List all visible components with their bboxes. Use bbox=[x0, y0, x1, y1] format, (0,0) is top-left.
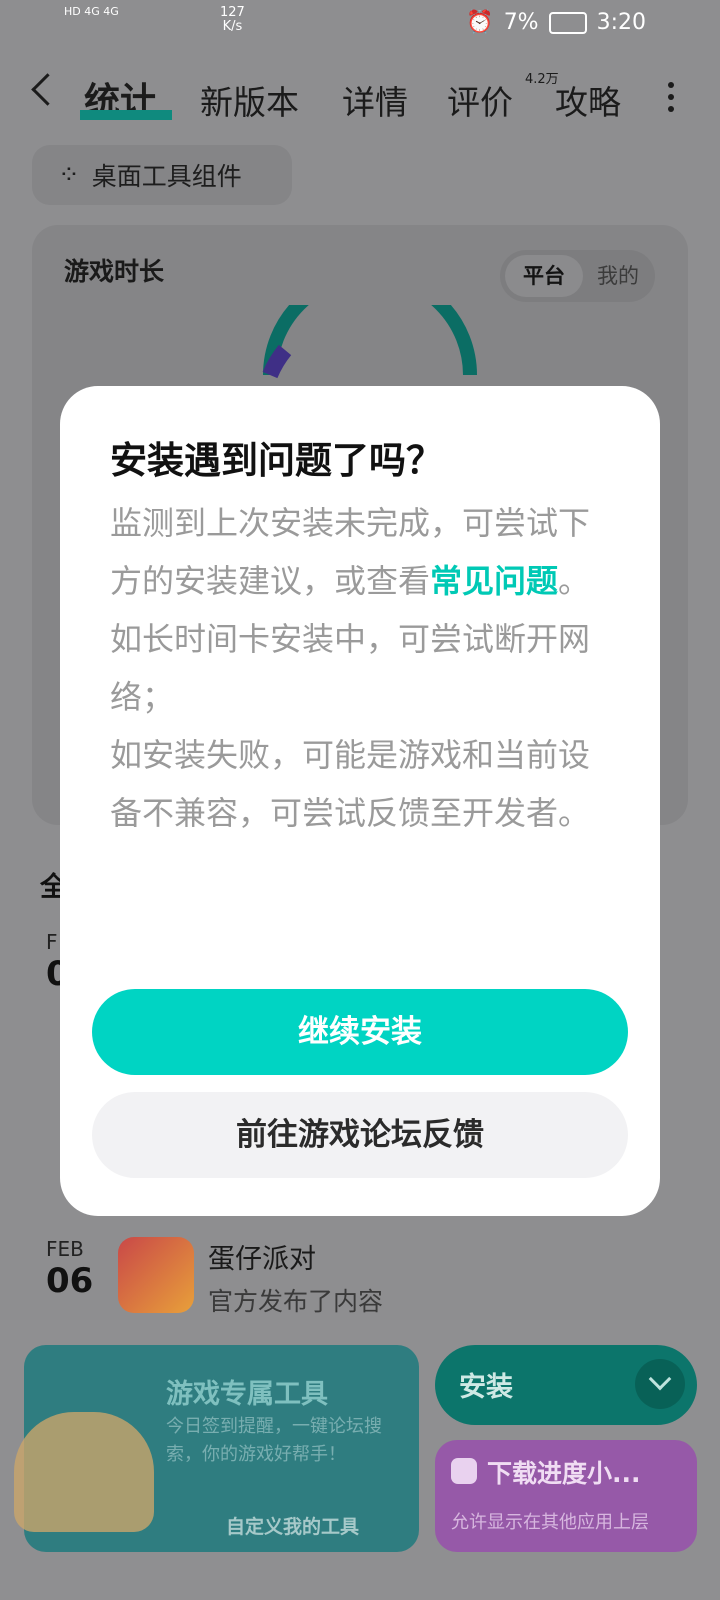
toggle-platform[interactable]: 平台 bbox=[505, 255, 583, 297]
playtime-title: 游戏时长 bbox=[64, 257, 165, 286]
status-bar: HD 4G 4G 127 K/s ⏰ 7% 3:20 bbox=[0, 0, 720, 50]
download-progress-widget[interactable]: 下载进度小... 允许显示在其他应用上层 bbox=[435, 1440, 697, 1552]
tab-guides[interactable]: 攻略 bbox=[555, 76, 621, 124]
faq-link[interactable]: 常见问题 bbox=[430, 562, 558, 600]
install-options-button[interactable] bbox=[635, 1359, 685, 1409]
review-count-badge: 4.2万 bbox=[525, 72, 559, 87]
customize-tools-link[interactable]: 自定义我的工具 bbox=[226, 1512, 359, 1539]
bubble-icon bbox=[451, 1458, 477, 1484]
battery-icon bbox=[548, 11, 587, 34]
more-icon[interactable] bbox=[668, 82, 674, 118]
clock: 3:20 bbox=[596, 10, 646, 35]
continue-install-button[interactable]: 继续安装 bbox=[92, 989, 628, 1075]
forum-feedback-button[interactable]: 前往游戏论坛反馈 bbox=[92, 1092, 628, 1178]
network-indicators: HD 4G 4G bbox=[64, 5, 119, 18]
platform-toggle[interactable]: 平台 我的 bbox=[500, 250, 655, 302]
network-speed: 127 K/s bbox=[220, 5, 245, 34]
tab-new-version[interactable]: 新版本 bbox=[200, 76, 299, 124]
toggle-mine[interactable]: 我的 bbox=[586, 255, 650, 297]
post-subtitle: 官方发布了内容 bbox=[208, 1287, 384, 1316]
date-2: FEB 06 bbox=[46, 1237, 94, 1301]
tab-active-indicator bbox=[80, 110, 172, 120]
widget-grid-icon: ⁘ bbox=[58, 160, 80, 190]
chevron-down-icon bbox=[648, 1367, 672, 1391]
install-problem-dialog: 安装遇到问题了吗？ 监测到上次安装未完成，可尝试下方的安装建议，或查看常见问题。… bbox=[60, 386, 660, 1216]
tools-description: 今日签到提醒，一键论坛搜索，你的游戏好帮手！ bbox=[166, 1416, 382, 1465]
mascot-illustration bbox=[14, 1412, 154, 1532]
tab-reviews[interactable]: 评价 bbox=[447, 76, 513, 124]
install-button[interactable]: 安装 bbox=[435, 1345, 697, 1425]
post-title[interactable]: 蛋仔派对 bbox=[208, 1237, 316, 1276]
alarm-icon: ⏰ bbox=[466, 10, 494, 35]
tools-title: 游戏专属工具 bbox=[166, 1379, 328, 1410]
tab-details[interactable]: 详情 bbox=[342, 76, 408, 124]
game-app-icon[interactable] bbox=[118, 1237, 194, 1313]
playtime-donut bbox=[262, 305, 477, 379]
battery-percent: 7% bbox=[503, 10, 539, 35]
back-icon[interactable] bbox=[31, 73, 64, 106]
dialog-body: 监测到上次安装未完成，可尝试下方的安装建议，或查看常见问题。 如长时间卡安装中，… bbox=[110, 504, 591, 832]
desktop-widget-button[interactable]: ⁘ 桌面工具组件 bbox=[32, 145, 292, 205]
dialog-title: 安装遇到问题了吗？ bbox=[110, 439, 443, 482]
status-right: ⏰ 7% 3:20 bbox=[466, 10, 646, 35]
